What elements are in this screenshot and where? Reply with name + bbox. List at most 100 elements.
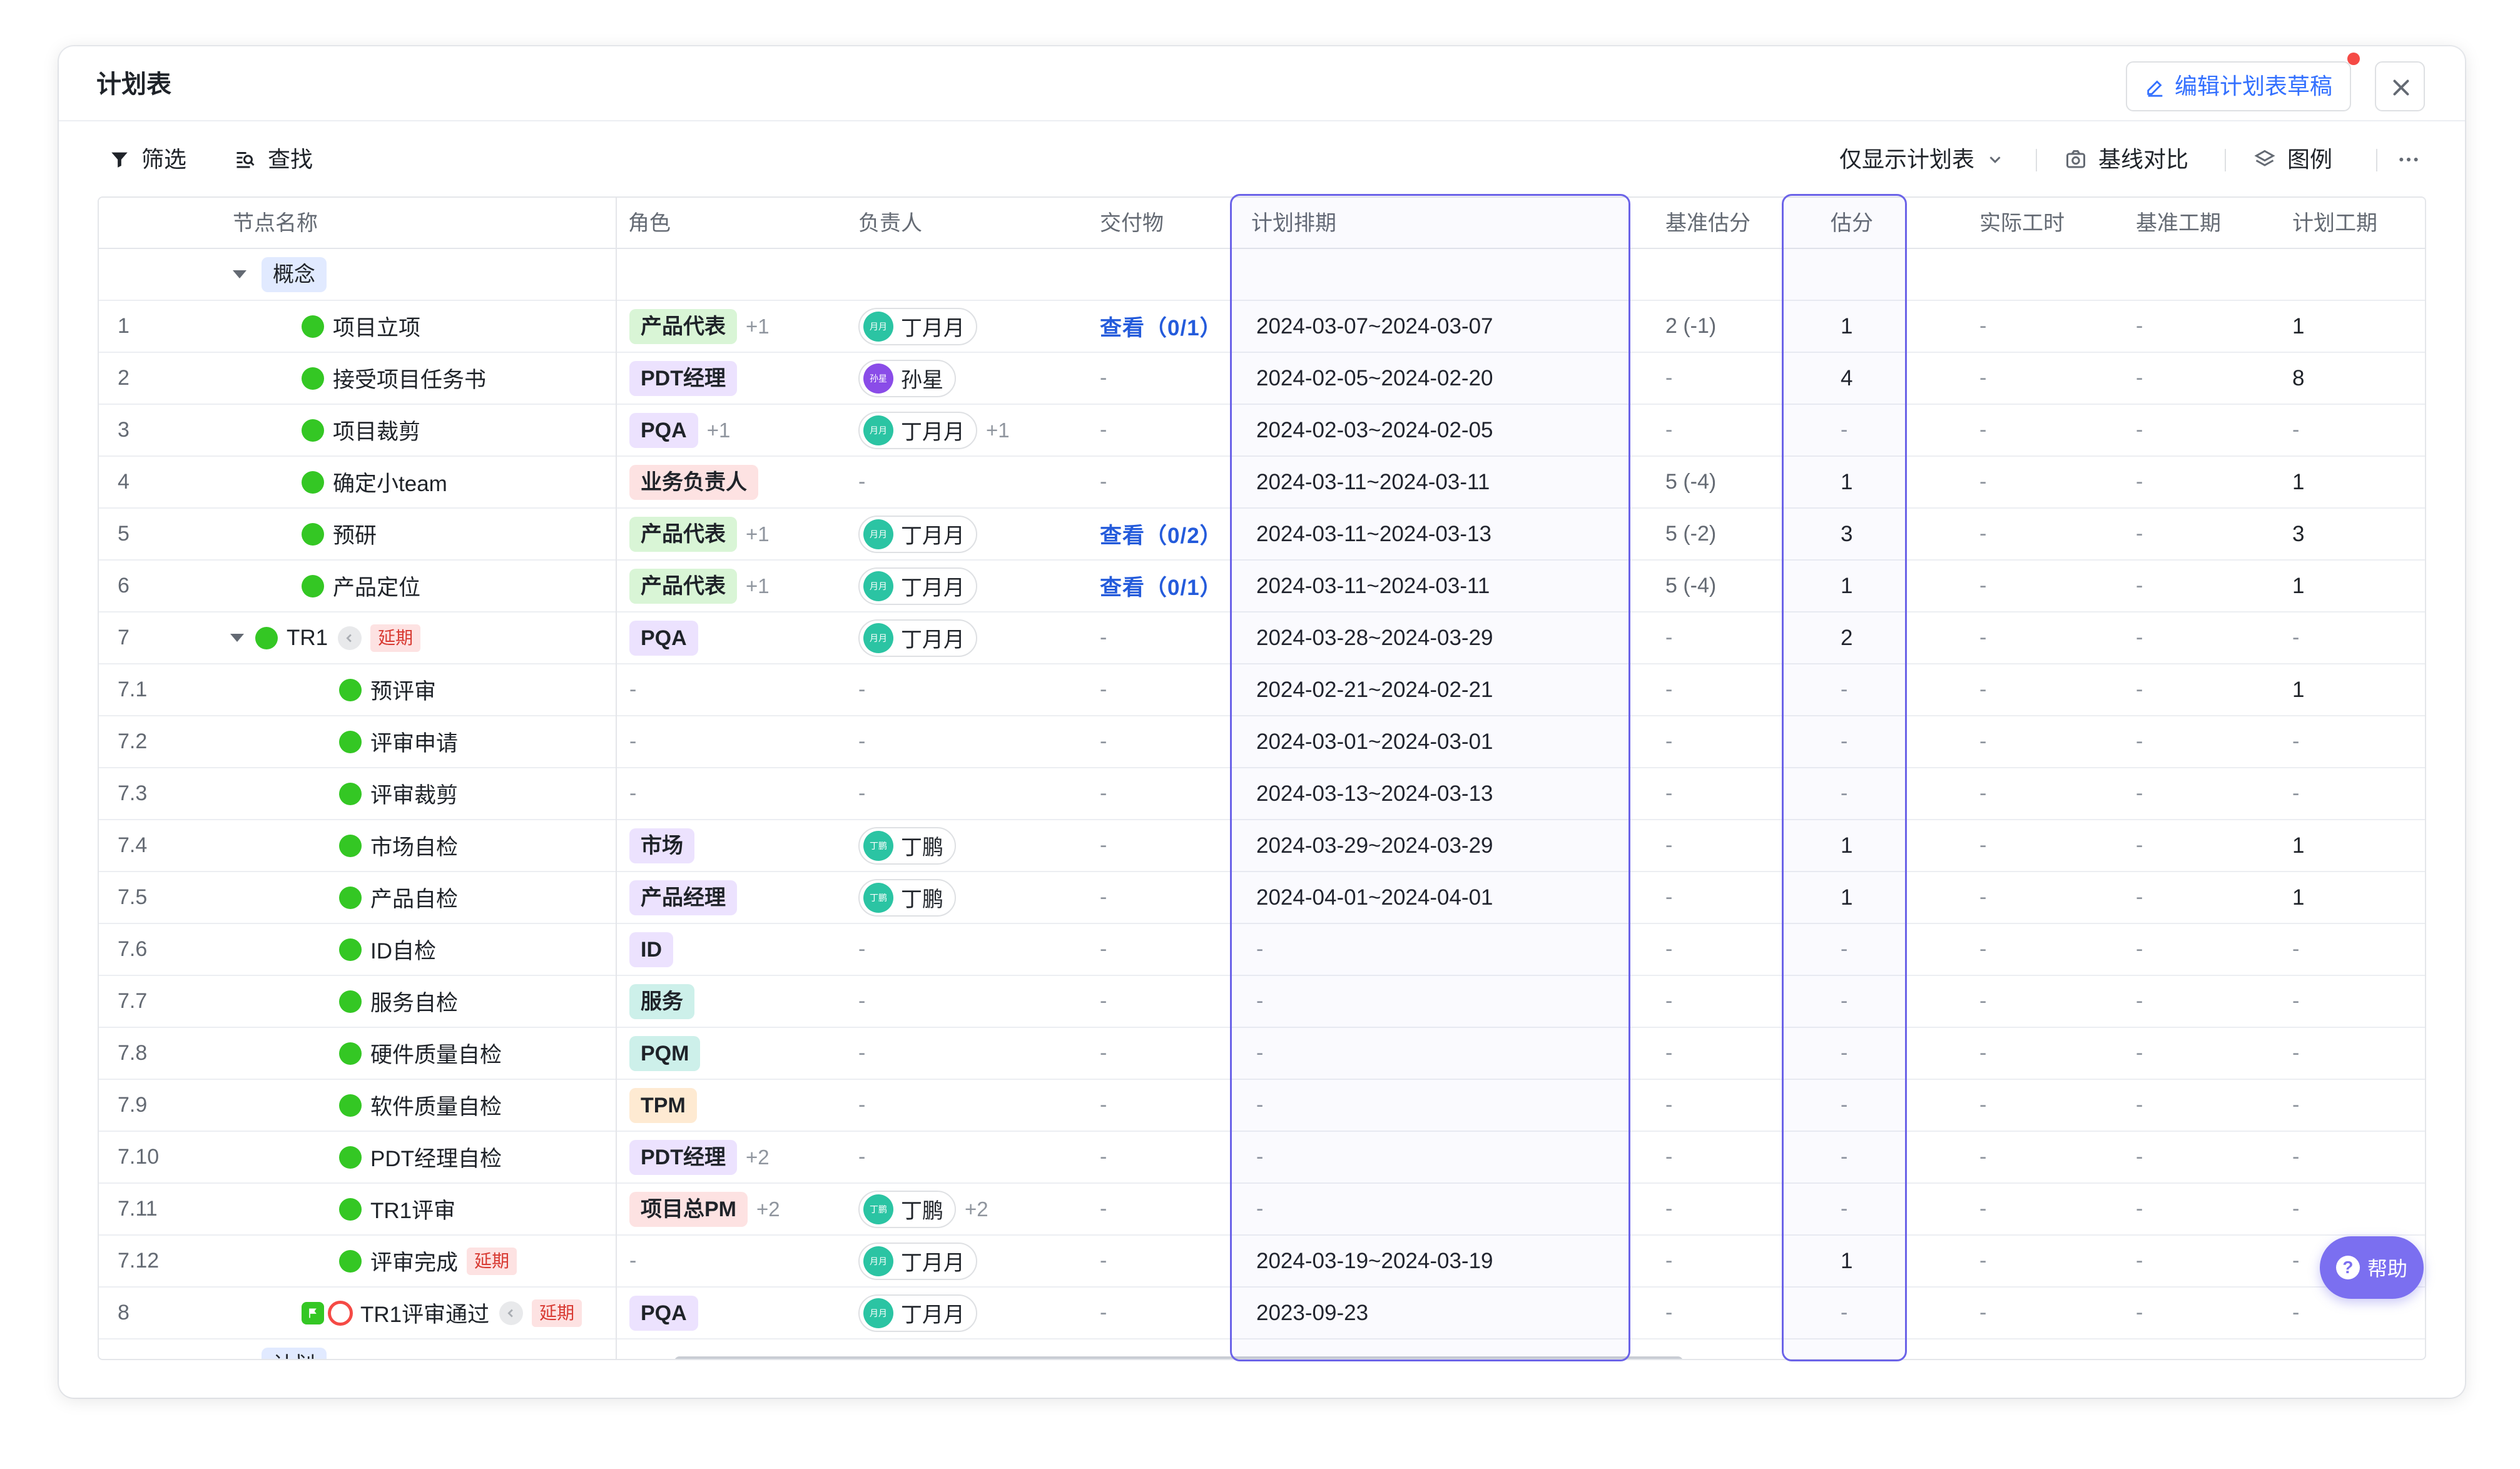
- col-base-duration[interactable]: 基准工期: [2136, 198, 2221, 249]
- estimate-cell[interactable]: -: [1841, 405, 1847, 455]
- role-cell[interactable]: 产品经理: [629, 872, 737, 923]
- owner-cell[interactable]: 月月 丁月月: [858, 1236, 977, 1286]
- plan-duration-cell[interactable]: -: [2292, 716, 2299, 767]
- estimate-cell[interactable]: -: [1841, 1080, 1847, 1131]
- base-duration-cell[interactable]: -: [2136, 1028, 2143, 1079]
- node-name-cell[interactable]: 硬件质量自检: [339, 1028, 502, 1079]
- deliverable-cell[interactable]: 查看（0/1）: [1100, 561, 1222, 611]
- base-duration-cell[interactable]: -: [2136, 457, 2143, 507]
- base-estimate-cell[interactable]: 5 (-2): [1665, 509, 1716, 559]
- node-name-cell[interactable]: 确定小team: [302, 457, 447, 507]
- table-row[interactable]: 5 预研 产品代表 +1 月月 丁月月 查看（0/2） 2024-03-11~2024-03-…: [99, 509, 2425, 561]
- show-only-dropdown[interactable]: 仅显示计划表: [1839, 144, 2004, 175]
- role-cell[interactable]: 业务负责人: [629, 457, 758, 507]
- base-estimate-cell[interactable]: -: [1665, 716, 1672, 767]
- node-name-cell[interactable]: TR1 延期: [230, 613, 421, 663]
- find-button[interactable]: 查找: [234, 144, 313, 175]
- owner-cell[interactable]: 月月 丁月月: [858, 301, 977, 352]
- base-estimate-cell[interactable]: -: [1665, 1028, 1672, 1079]
- plan-duration-cell[interactable]: 1: [2292, 561, 2304, 611]
- role-cell[interactable]: 产品代表 +1: [629, 561, 770, 611]
- role-cell[interactable]: PQA +1: [629, 405, 730, 455]
- node-name-cell[interactable]: PDT经理自检: [339, 1132, 502, 1182]
- base-duration-cell[interactable]: -: [2136, 1132, 2143, 1182]
- node-name-cell[interactable]: 评审申请: [339, 716, 458, 767]
- base-estimate-cell[interactable]: -: [1665, 820, 1672, 871]
- plan-duration-cell[interactable]: 1: [2292, 664, 2304, 715]
- role-cell[interactable]: 产品代表 +1: [629, 301, 770, 352]
- actual-hours-cell[interactable]: -: [1979, 457, 1986, 507]
- base-estimate-cell[interactable]: -: [1665, 1132, 1672, 1182]
- owner-chip[interactable]: 月月 丁月月: [858, 619, 977, 657]
- owner-chip[interactable]: 月月 丁月月: [858, 567, 977, 605]
- col-plan-duration[interactable]: 计划工期: [2292, 198, 2377, 249]
- owner-cell[interactable]: 丁鹏 丁鹏: [858, 820, 956, 871]
- more-button[interactable]: [2396, 144, 2421, 175]
- base-duration-cell[interactable]: -: [2136, 1236, 2143, 1286]
- node-name-cell[interactable]: 项目立项: [302, 301, 420, 352]
- table-row[interactable]: 7.10 PDT经理自检 PDT经理 +2 - - - - - - - -: [99, 1132, 2425, 1184]
- actual-hours-cell[interactable]: -: [1979, 405, 1986, 455]
- plan-duration-cell[interactable]: 1: [2292, 820, 2304, 871]
- node-name-cell[interactable]: 评审裁剪: [339, 768, 458, 819]
- owner-cell[interactable]: -: [858, 768, 865, 819]
- base-duration-cell[interactable]: -: [2136, 509, 2143, 559]
- collapse-caret-icon[interactable]: [233, 270, 246, 278]
- base-estimate-cell[interactable]: -: [1665, 872, 1672, 923]
- owner-cell[interactable]: -: [858, 1028, 865, 1079]
- close-button[interactable]: [2375, 61, 2425, 111]
- owner-cell[interactable]: 月月 丁月月 +1: [858, 405, 1010, 455]
- col-node-name[interactable]: 节点名称: [233, 198, 318, 249]
- node-name-cell[interactable]: 项目裁剪: [302, 405, 420, 455]
- base-estimate-cell[interactable]: 5 (-4): [1665, 561, 1716, 611]
- estimate-cell[interactable]: -: [1841, 664, 1847, 715]
- plan-duration-cell[interactable]: -: [2292, 1080, 2299, 1131]
- actual-hours-cell[interactable]: -: [1979, 820, 1986, 871]
- actual-hours-cell[interactable]: -: [1979, 924, 1986, 975]
- legend-button[interactable]: 图例: [2253, 144, 2332, 175]
- schedule-cell[interactable]: 2024-04-01~2024-04-01: [1256, 872, 1493, 923]
- base-estimate-cell[interactable]: -: [1665, 976, 1672, 1027]
- base-estimate-cell[interactable]: -: [1665, 613, 1672, 663]
- table-row[interactable]: 2 接受项目任务书 PDT经理 孙星 孙星 - 2024-02-05~2024-02-20 -…: [99, 353, 2425, 405]
- schedule-cell[interactable]: -: [1256, 1028, 1263, 1079]
- node-name-cell[interactable]: 预研: [302, 509, 377, 559]
- node-name-cell[interactable]: 接受项目任务书: [302, 353, 486, 404]
- base-estimate-cell[interactable]: -: [1665, 1236, 1672, 1286]
- schedule-cell[interactable]: -: [1256, 1080, 1263, 1131]
- table-row[interactable]: 8 TR1评审通过 延期 PQA 月月 丁月月 - 2023-09-23 - - - - -: [99, 1288, 2425, 1339]
- base-duration-cell[interactable]: -: [2136, 924, 2143, 975]
- actual-hours-cell[interactable]: -: [1979, 1184, 1986, 1234]
- base-duration-cell[interactable]: -: [2136, 301, 2143, 352]
- role-cell[interactable]: 市场: [629, 820, 694, 871]
- actual-hours-cell[interactable]: -: [1979, 716, 1986, 767]
- estimate-cell[interactable]: 4: [1841, 353, 1852, 404]
- actual-hours-cell[interactable]: -: [1979, 976, 1986, 1027]
- role-cell[interactable]: PQA: [629, 1288, 698, 1338]
- schedule-cell[interactable]: 2024-03-01~2024-03-01: [1256, 716, 1493, 767]
- deliverable-view-link[interactable]: 查看（0/2）: [1100, 518, 1222, 550]
- actual-hours-cell[interactable]: -: [1979, 613, 1986, 663]
- col-schedule[interactable]: 计划排期: [1251, 198, 1336, 249]
- owner-chip[interactable]: 孙星 孙星: [858, 359, 956, 397]
- estimate-cell[interactable]: 2: [1841, 613, 1852, 663]
- table-row[interactable]: 7.4 市场自检 市场 丁鹏 丁鹏 - 2024-03-29~2024-03-29 - 1 - - 1: [99, 820, 2425, 872]
- actual-hours-cell[interactable]: -: [1979, 872, 1986, 923]
- table-row[interactable]: 7.9 软件质量自检 TPM - - - - - - - -: [99, 1080, 2425, 1132]
- role-cell[interactable]: PDT经理: [629, 353, 737, 404]
- owner-cell[interactable]: -: [858, 976, 865, 1027]
- owner-cell[interactable]: -: [858, 1132, 865, 1182]
- owner-chip[interactable]: 月月 丁月月: [858, 1294, 977, 1332]
- schedule-cell[interactable]: 2024-03-11~2024-03-11: [1256, 457, 1490, 507]
- table-row[interactable]: 7.1 预评审 - - - 2024-02-21~2024-02-21 - - - - 1: [99, 664, 2425, 716]
- role-cell[interactable]: ID: [629, 924, 673, 975]
- owner-cell[interactable]: 孙星 孙星: [858, 353, 956, 404]
- schedule-cell[interactable]: 2024-02-05~2024-02-20: [1256, 353, 1493, 404]
- owner-cell[interactable]: -: [858, 457, 865, 507]
- edit-draft-button[interactable]: 编辑计划表草稿: [2126, 61, 2351, 111]
- estimate-cell[interactable]: 1: [1841, 561, 1852, 611]
- base-duration-cell[interactable]: -: [2136, 1288, 2143, 1338]
- actual-hours-cell[interactable]: -: [1979, 664, 1986, 715]
- plan-duration-cell[interactable]: -: [2292, 613, 2299, 663]
- owner-cell[interactable]: 丁鹏 丁鹏: [858, 872, 956, 923]
